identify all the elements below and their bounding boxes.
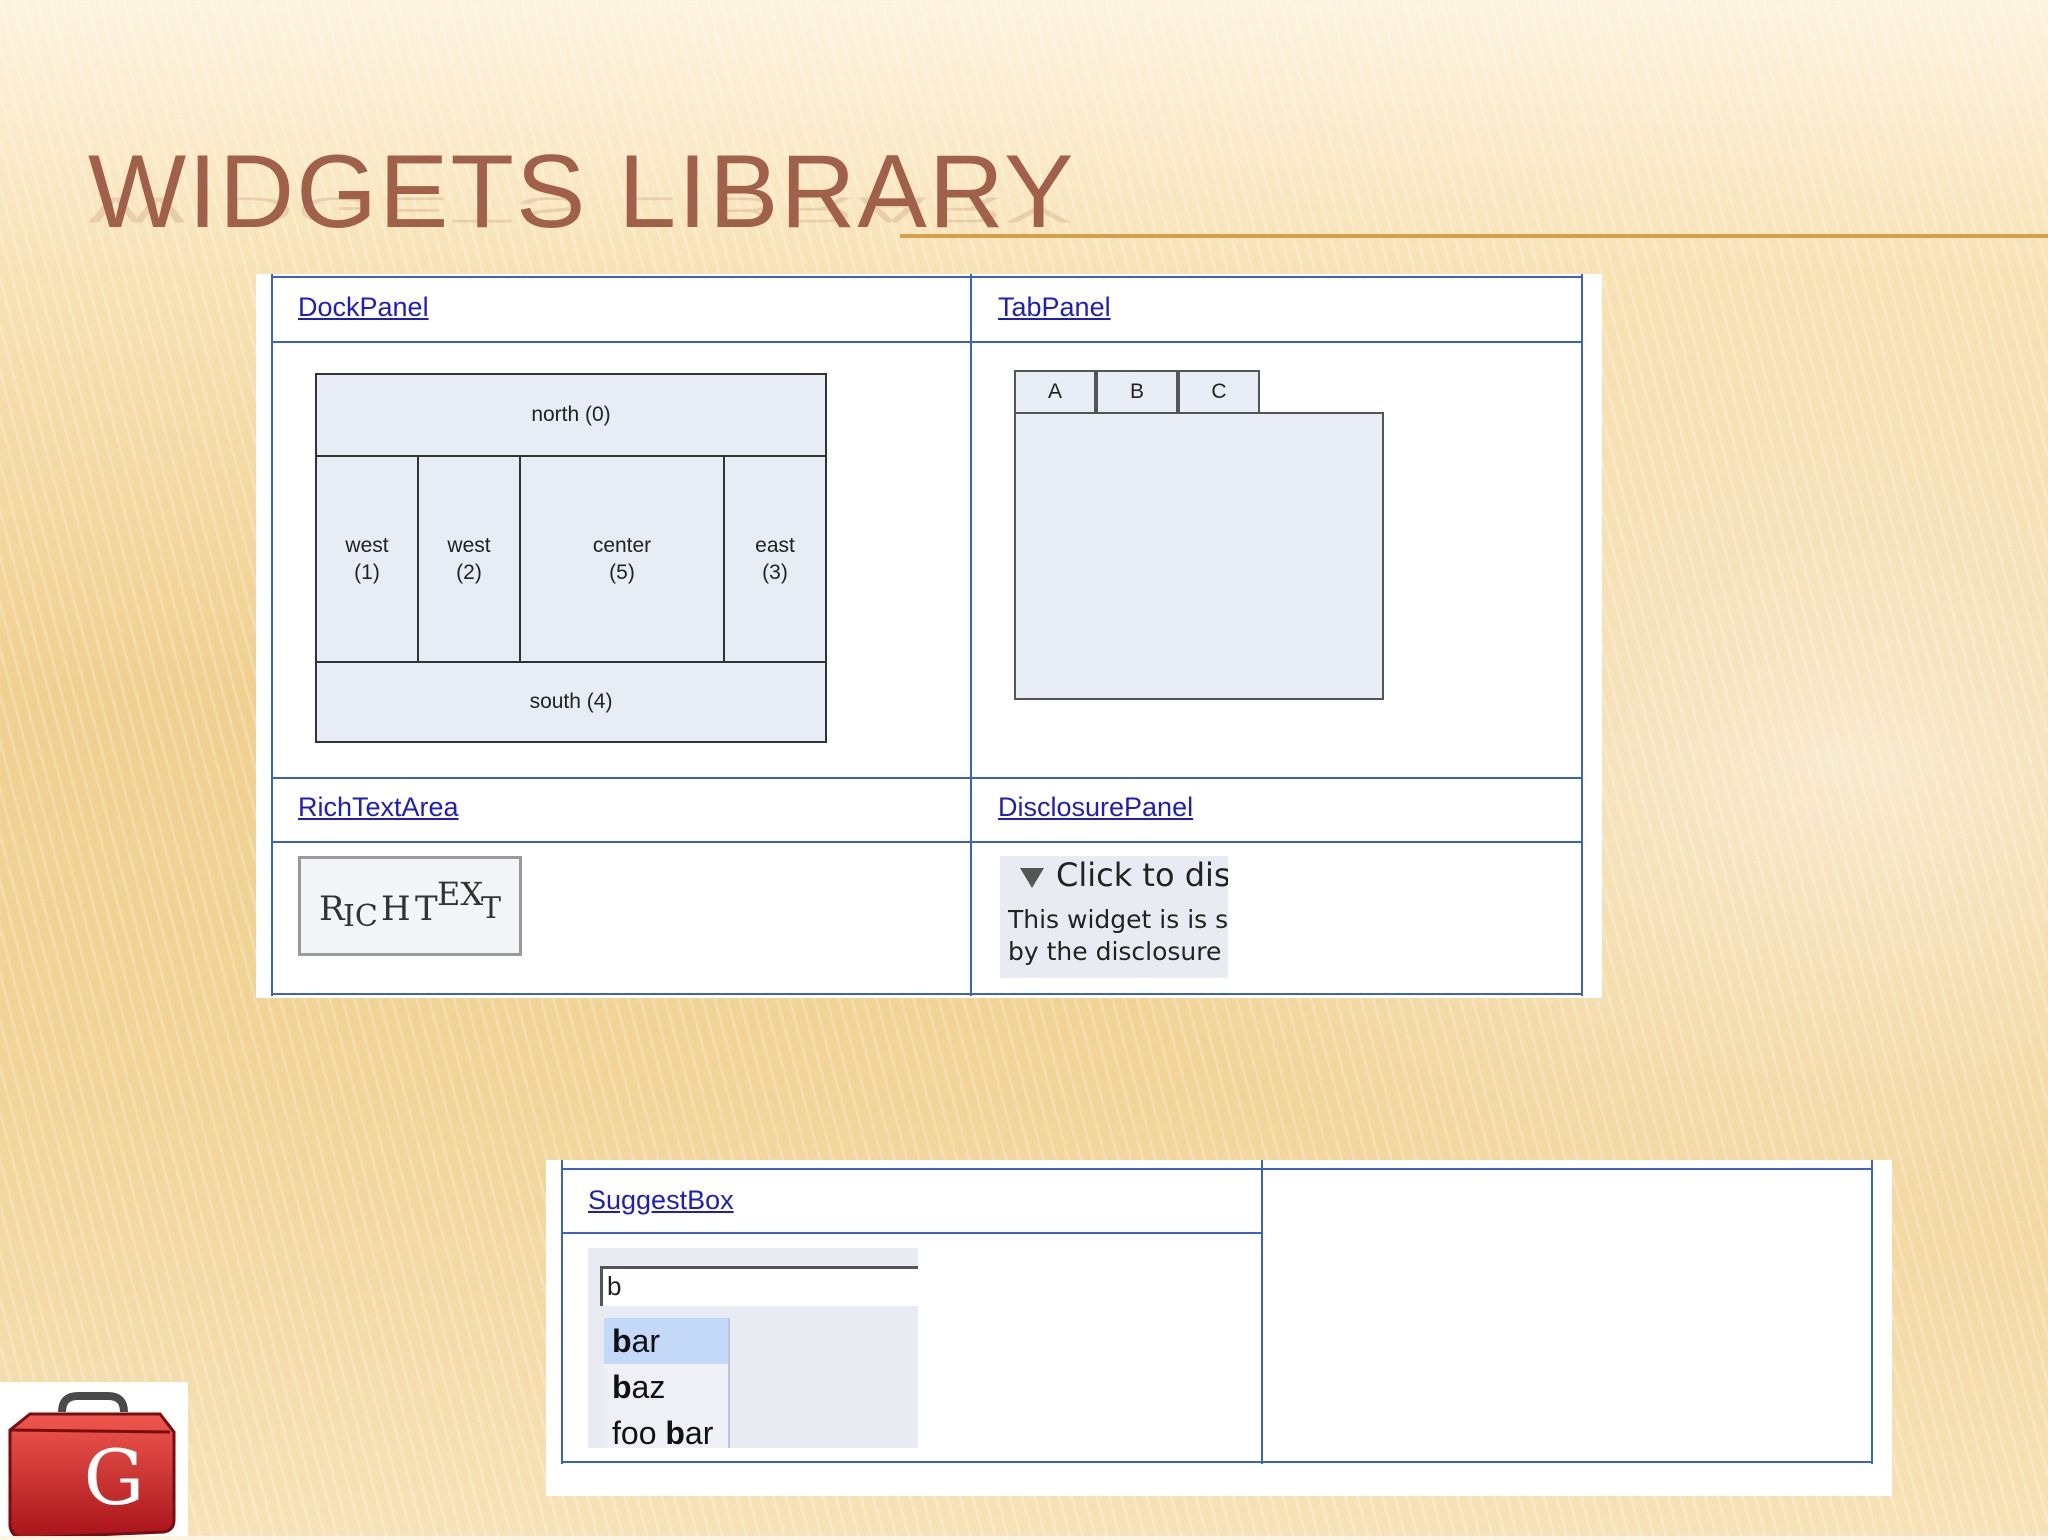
richtext-glyph: T bbox=[415, 889, 438, 929]
richtext-glyph: EX bbox=[437, 875, 484, 913]
table-border-top bbox=[561, 1168, 1873, 1170]
richtextarea-link[interactable]: RichTextArea bbox=[298, 792, 459, 823]
disclosure-panel-sample[interactable]: Click to dis This widget is is s by the … bbox=[1000, 856, 1228, 978]
tab-c[interactable]: C bbox=[1178, 370, 1260, 414]
disclosure-body: This widget is is s by the disclosure bbox=[1008, 904, 1228, 968]
suggest-item[interactable]: baz bbox=[604, 1364, 728, 1410]
table-border-top bbox=[271, 276, 1583, 278]
table-border-right bbox=[1871, 1160, 1873, 1464]
slide-title-reflection: WIDGETS LIBRARY bbox=[88, 189, 1076, 231]
tabpanel-content bbox=[1014, 412, 1384, 700]
suggest-list: bar baz foo bar bbox=[604, 1318, 730, 1448]
dock-west-2: west (2) bbox=[417, 455, 521, 663]
suggest-item[interactable]: foo bar bbox=[604, 1410, 728, 1448]
tab-b[interactable]: B bbox=[1096, 370, 1178, 414]
disclosure-body-line: by the disclosure bbox=[1008, 937, 1222, 966]
disclosurepanel-link[interactable]: DisclosurePanel bbox=[998, 792, 1193, 823]
disclosure-body-line: This widget is is s bbox=[1008, 905, 1228, 934]
dockpanel-link[interactable]: DockPanel bbox=[298, 292, 429, 323]
dock-south: south (4) bbox=[315, 661, 827, 743]
richtext-glyph: R bbox=[319, 889, 345, 929]
table-row-divider bbox=[561, 1232, 1263, 1234]
dockpanel-diagram: north (0) west (1) west (2) center (5) east… bbox=[315, 373, 827, 743]
dock-west-1: west (1) bbox=[315, 455, 419, 663]
table-border-middle bbox=[1261, 1160, 1263, 1464]
table-border-left bbox=[271, 274, 273, 996]
richtext-glyph: IC bbox=[343, 899, 378, 934]
tabpanel-link[interactable]: TabPanel bbox=[998, 292, 1111, 323]
dock-east: east (3) bbox=[723, 455, 827, 663]
table-border-left bbox=[561, 1160, 563, 1464]
suggest-input[interactable]: b bbox=[600, 1266, 918, 1306]
richtext-glyph: H bbox=[381, 889, 411, 929]
table-row-divider bbox=[271, 777, 1583, 779]
title-underline-rule bbox=[900, 234, 2048, 238]
svg-text:G: G bbox=[84, 1433, 145, 1522]
gwt-toolbox-logo-icon: G bbox=[0, 1382, 188, 1540]
triangle-down-icon bbox=[1020, 868, 1044, 888]
suggest-item[interactable]: bar bbox=[604, 1318, 728, 1364]
table-row-divider bbox=[271, 341, 1583, 343]
dock-north: north (0) bbox=[315, 373, 827, 457]
suggestbox-sample: b bar baz foo bar bbox=[588, 1248, 918, 1448]
table-row-divider bbox=[271, 841, 1583, 843]
dock-center: center (5) bbox=[519, 455, 725, 663]
table-border-right bbox=[1581, 274, 1583, 996]
suggestbox-link[interactable]: SuggestBox bbox=[588, 1185, 734, 1216]
table-border-bottom bbox=[271, 993, 1583, 995]
tab-a[interactable]: A bbox=[1014, 370, 1096, 414]
disclosure-header[interactable]: Click to dis bbox=[1056, 856, 1228, 894]
table-border-middle bbox=[970, 274, 972, 996]
richtext-sample: R IC H T EX T bbox=[298, 856, 522, 956]
richtext-glyph: T bbox=[481, 891, 502, 926]
table-border-bottom bbox=[561, 1461, 1873, 1463]
